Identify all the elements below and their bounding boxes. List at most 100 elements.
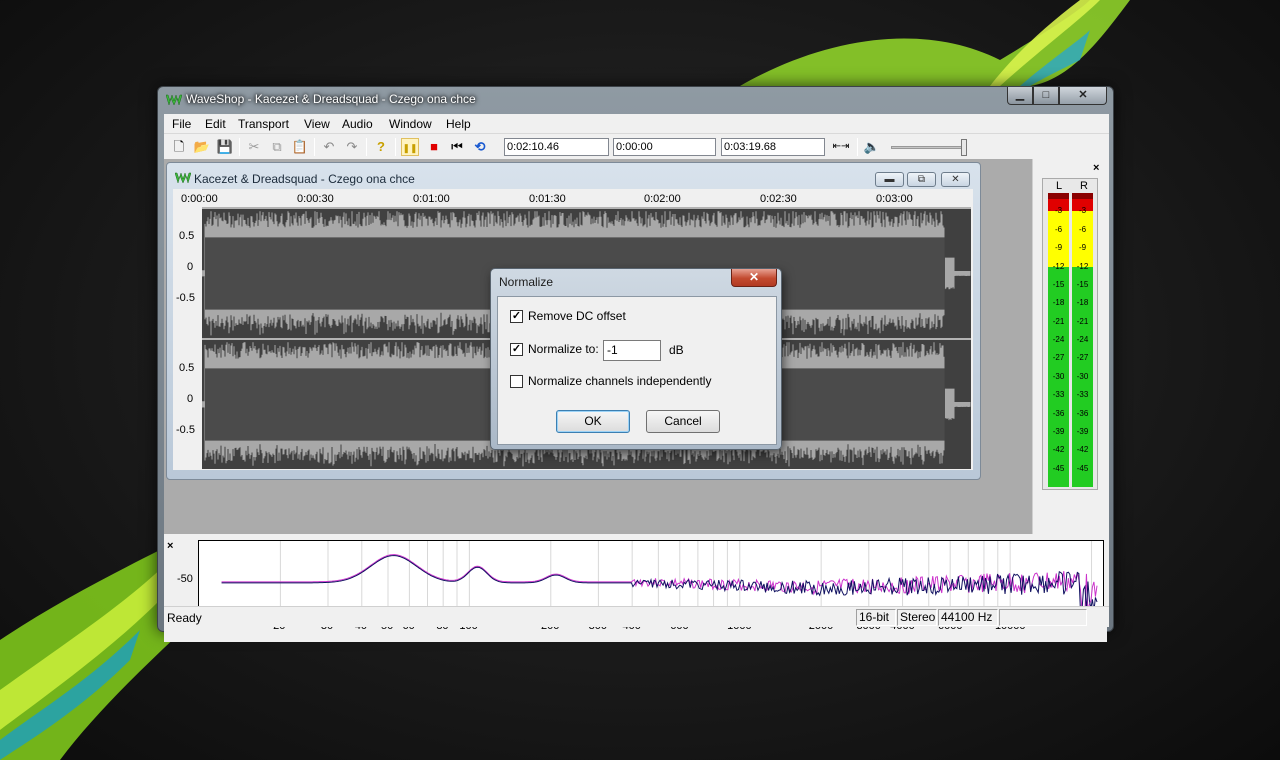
redo-icon[interactable]: ↷ [343, 138, 361, 156]
dialog-close-button[interactable]: ✕ [731, 269, 777, 287]
cut-icon[interactable]: ✂ [245, 138, 263, 156]
selection-start-field[interactable]: 0:00:00 [613, 138, 716, 156]
time-ruler-label: 0:00:00 [181, 193, 218, 205]
normalize-level-input[interactable]: -1 [603, 340, 661, 361]
bit-depth-indicator: 16-bit [856, 609, 896, 626]
toolbar-separator [857, 138, 858, 156]
open-icon[interactable]: 📂 [193, 138, 211, 156]
status-empty-cell [999, 609, 1087, 626]
status-text: Ready [167, 611, 202, 625]
toolbar-separator [366, 138, 367, 156]
meter-bar-left: -3 -6 -9 -12 -15 -18 -21 -24 -27 -30 -33 -36 -39 -42 -… [1048, 193, 1069, 487]
dialog-title: Normalize [499, 275, 554, 289]
status-bar: Ready 16-bit Stereo 44100 Hz [164, 606, 1109, 627]
undo-icon[interactable]: ↶ [320, 138, 338, 156]
volume-slider-thumb[interactable] [961, 139, 967, 156]
meter-tick-label: -24 [1052, 335, 1065, 344]
meter-tick-label: -9 [1078, 243, 1087, 253]
db-unit-label: dB [669, 343, 684, 357]
help-icon[interactable]: ? [372, 138, 390, 156]
meter-tick-label: -30 [1052, 371, 1065, 381]
new-icon[interactable]: 🗋 [170, 138, 188, 156]
paste-icon[interactable]: 📋 [291, 138, 309, 156]
meter-tick-label: -24 [1076, 335, 1089, 344]
time-ruler-label: 0:00:30 [297, 193, 334, 205]
meter-tick-label: -3 [1078, 206, 1087, 216]
title-bar[interactable]: WaveShop - Kacezet & Dreadsquad - Czego … [158, 87, 1113, 113]
meter-tick-label: -6 [1078, 224, 1087, 234]
ok-button[interactable]: OK [556, 410, 630, 433]
document-minimize-button[interactable]: ▬ [875, 172, 904, 187]
cancel-button[interactable]: Cancel [646, 410, 720, 433]
meter-right-label: R [1080, 180, 1088, 192]
meter-left-label: L [1056, 180, 1063, 192]
normalize-to-checkbox[interactable]: ✓ [510, 343, 523, 356]
independent-channels-checkbox[interactable] [510, 375, 523, 388]
fit-icon[interactable]: ⇤⇥ [830, 138, 852, 156]
independent-channels-label[interactable]: Normalize channels independently [528, 374, 711, 388]
speaker-icon[interactable]: 🔈 [863, 138, 881, 156]
menu-edit[interactable]: Edit [205, 117, 226, 131]
time-ruler-label: 0:01:00 [413, 193, 450, 205]
meter-tick-label: -18 [1052, 298, 1065, 308]
waveshop-logo-icon [166, 94, 182, 106]
meter-tick-label: -6 [1054, 224, 1063, 234]
copy-icon[interactable]: ⧉ [268, 138, 286, 156]
spectrum-right-channel [221, 555, 1098, 612]
meter-tick-label: -21 [1052, 316, 1065, 326]
window-title: WaveShop - Kacezet & Dreadsquad - Czego … [186, 92, 476, 106]
meter-tick-label: -15 [1076, 279, 1089, 289]
meter-tick-label: -27 [1052, 353, 1065, 363]
close-button[interactable]: ✕ [1059, 87, 1107, 105]
amplitude-label: -0.5 [176, 424, 195, 436]
stop-icon[interactable]: ■ [425, 138, 443, 156]
menu-view[interactable]: View [304, 117, 330, 131]
meter-peak-hold [1072, 193, 1093, 199]
meter-tick-label: -21 [1076, 316, 1089, 326]
toolbar-separator [395, 138, 396, 156]
minimize-button[interactable]: ▁ [1007, 87, 1033, 105]
menu-transport[interactable]: Transport [238, 117, 289, 131]
meter-tick-label: -42 [1052, 445, 1065, 455]
meter-tick-label: -36 [1052, 408, 1065, 418]
meter-tick-label: -42 [1076, 445, 1089, 455]
spectrum-close-icon[interactable]: × [167, 540, 173, 552]
remove-dc-checkbox[interactable]: ✓ [510, 310, 523, 323]
rewind-icon[interactable]: ⏮ [448, 138, 466, 156]
document-restore-button[interactable]: ⧉ [907, 172, 936, 187]
spectrum-y-label: -50 [177, 573, 193, 585]
amplitude-label: -0.5 [176, 292, 195, 304]
meter-tick-label: -30 [1076, 371, 1089, 381]
document-close-button[interactable]: ✕ [941, 172, 970, 187]
maximize-button[interactable]: □ [1033, 87, 1059, 105]
meter-close-icon[interactable]: × [1093, 162, 1099, 174]
menu-help[interactable]: Help [446, 117, 471, 131]
length-field[interactable]: 0:03:19.68 [721, 138, 825, 156]
volume-slider[interactable] [891, 146, 965, 149]
time-ruler-label: 0:02:00 [644, 193, 681, 205]
remove-dc-label[interactable]: Remove DC offset [528, 309, 626, 323]
toolbar-separator [314, 138, 315, 156]
time-ruler-label: 0:02:30 [760, 193, 797, 205]
meter-tick-label: -33 [1052, 390, 1065, 400]
meter-tick-label: -45 [1076, 463, 1089, 473]
meter-tick-label: -12 [1076, 261, 1089, 271]
amplitude-label: 0 [187, 261, 194, 273]
meter-tick-label: -9 [1054, 243, 1063, 253]
pause-icon[interactable]: ❚❚ [401, 138, 419, 156]
sample-rate-indicator: 44100 Hz [938, 609, 998, 626]
meter-tick-label: -36 [1076, 408, 1089, 418]
menu-window[interactable]: Window [389, 117, 432, 131]
loop-icon[interactable]: ⟲ [471, 138, 489, 156]
menu-file[interactable]: File [172, 117, 191, 131]
level-meter-pane: × L R -3 -6 -9 -12 -15 -18 -21 -24 -27 -30 -33 -36 -… [1032, 159, 1109, 534]
save-icon[interactable]: 💾 [216, 138, 234, 156]
normalize-to-label[interactable]: Normalize to: [528, 342, 599, 356]
position-field[interactable]: 0:02:10.46 [504, 138, 609, 156]
meter-tick-label: -27 [1076, 353, 1089, 363]
spectrum-plot [198, 540, 1104, 614]
meter-tick-label: -3 [1054, 206, 1063, 216]
channels-indicator: Stereo [897, 609, 937, 626]
menu-audio[interactable]: Audio [342, 117, 373, 131]
amplitude-label: 0 [187, 393, 194, 405]
